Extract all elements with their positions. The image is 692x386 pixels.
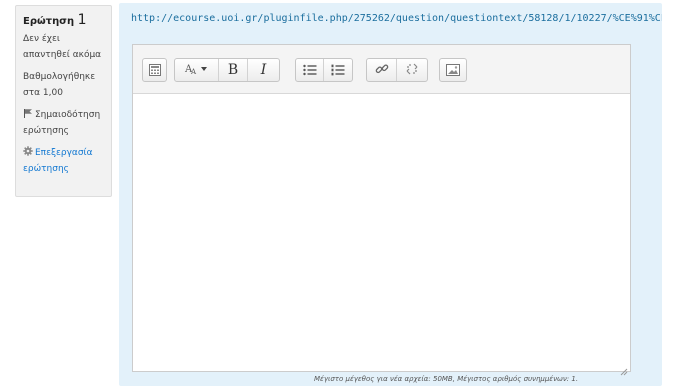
toolbar-group-style: A A B I [174,58,280,82]
toolbar-group-insert [439,58,467,82]
attachment-limits-note: Μέγιστο μέγεθος για νέα αρχεία: 50MB, Μέ… [314,375,579,383]
toolbar-toggle-icon [148,61,161,80]
italic-button[interactable]: I [248,59,279,81]
answer-editor: A A B I [132,44,631,376]
image-icon [446,61,460,80]
unlink-icon [405,61,419,80]
gear-icon [23,146,33,156]
question-number: 1 [77,12,87,28]
question-info-panel: Ερώτηση 1 Δεν έχει απαντηθεί ακόμα Βαθμο… [15,5,112,197]
edit-question-link[interactable]: Επεξεργασία ερώτησης [23,145,106,177]
ordered-list-button[interactable] [324,59,352,81]
question-text-url: http://ecourse.uoi.gr/pluginfile.php/275… [131,13,662,24]
question-grade: Βαθμολογήθηκε στα 1,00 [23,72,96,98]
toolbar-toggle-button[interactable] [143,59,166,81]
unordered-list-button[interactable] [296,59,324,81]
flag-question-label: Σημαιοδότηση ερώτησης [23,110,101,136]
toolbar-group-show-more [142,58,167,82]
question-status: Δεν έχει απαντηθεί ακόμα [23,34,102,60]
link-icon [375,61,389,80]
link-button[interactable] [367,59,397,81]
font-style-button[interactable]: A A [175,59,219,81]
question-page: Ερώτηση 1 Δεν έχει απαντηθεί ακόμα Βαθμο… [0,0,692,386]
italic-icon: I [260,62,267,78]
bold-button[interactable]: B [219,59,248,81]
flag-question-link[interactable]: Σημαιοδότηση ερώτησης [23,107,106,139]
question-content-panel: http://ecourse.uoi.gr/pluginfile.php/275… [119,3,662,386]
toolbar-group-links [366,58,428,82]
unordered-list-icon [302,61,317,80]
toolbar-group-list [295,58,353,82]
editor-text-area[interactable] [133,94,630,371]
question-label: Ερώτηση [23,16,75,27]
edit-question-label: Επεξεργασία ερώτησης [23,148,93,174]
ordered-list-icon [331,61,345,80]
question-number-heading: Ερώτηση 1 [23,12,106,30]
svg-text:A: A [190,68,197,76]
editor-toolbar: A A B I [133,45,630,94]
insert-image-button[interactable] [440,59,466,81]
unlink-button[interactable] [397,59,427,81]
bold-icon: B [227,62,239,78]
flag-icon [23,108,33,118]
font-style-icon: A A [184,61,210,80]
resize-handle-icon[interactable] [620,361,628,376]
